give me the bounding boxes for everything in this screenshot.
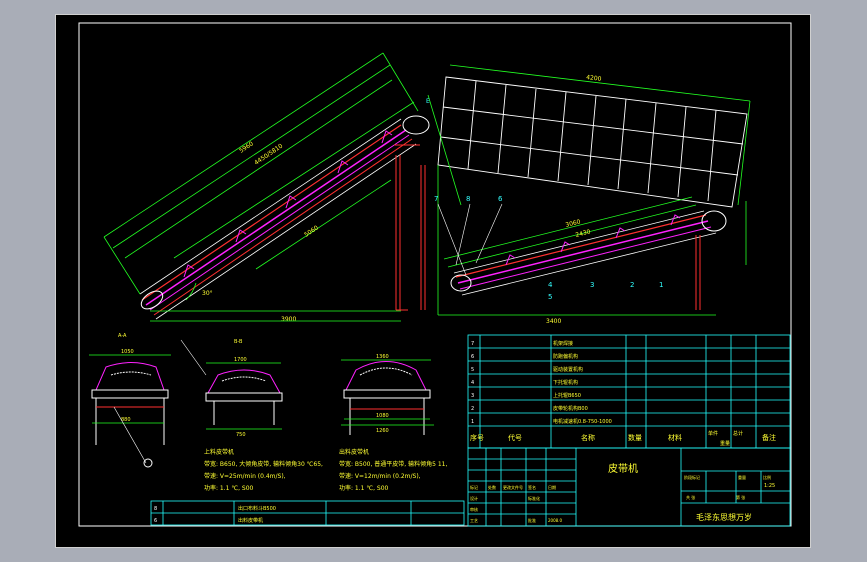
svg-text:机架焊接: 机架焊接 <box>553 340 573 347</box>
svg-text:6: 6 <box>471 354 474 360</box>
small-table <box>150 500 465 526</box>
svg-text:代号: 代号 <box>508 433 522 442</box>
svg-text:5960: 5960 <box>238 140 255 154</box>
svg-text:8: 8 <box>154 506 157 512</box>
svg-text:6: 6 <box>498 195 503 203</box>
svg-text:带宽: B500, 普通平皮带, 输料倾角5 11,: 带宽: B500, 普通平皮带, 输料倾角5 11, <box>339 460 447 468</box>
svg-text:3: 3 <box>590 281 594 289</box>
svg-text:数量: 数量 <box>628 433 642 442</box>
callout-group: 7 8 6 5 4 3 2 1 E <box>426 98 663 301</box>
svg-text:8: 8 <box>466 195 470 203</box>
left-conveyor: 5960 4450/5810 5060 3900 30° <box>103 52 430 323</box>
svg-text:共 张: 共 张 <box>686 494 695 500</box>
svg-text:带速: V=25m/min (0.4m/S),: 带速: V=25m/min (0.4m/S), <box>204 472 286 480</box>
svg-text:重量: 重量 <box>720 440 730 447</box>
cad-viewport: 5960 4450/5810 5060 3900 30° 4200 3060 2… <box>0 0 867 562</box>
svg-text:更改文件号: 更改文件号 <box>503 484 523 490</box>
svg-text:上料皮带机: 上料皮带机 <box>204 448 234 456</box>
svg-text:日期: 日期 <box>548 484 556 490</box>
svg-text:电机减速机0.8-750-1000: 电机减速机0.8-750-1000 <box>553 418 612 425</box>
svg-text:备注: 备注 <box>762 433 776 442</box>
svg-text:重量: 重量 <box>738 474 746 480</box>
svg-text:1: 1 <box>471 419 474 425</box>
svg-text:1:25: 1:25 <box>764 483 775 489</box>
svg-text:5: 5 <box>471 367 474 373</box>
svg-text:1: 1 <box>659 281 663 289</box>
svg-text:1360: 1360 <box>376 354 389 360</box>
svg-text:工艺: 工艺 <box>470 518 478 523</box>
svg-text:驱动装置机构: 驱动装置机构 <box>553 366 583 373</box>
notes-right: 出料皮带机 带宽: B500, 普通平皮带, 输料倾角5 11, 带速: V=1… <box>339 448 447 492</box>
svg-text:4: 4 <box>548 281 553 289</box>
svg-text:总计: 总计 <box>733 430 743 437</box>
svg-text:带速: V=12m/min (0.2m/S),: 带速: V=12m/min (0.2m/S), <box>339 472 421 480</box>
parts-rows: 7 机架焊接 6 防跑偏机构 5 驱动装置机构 4 下托辊机构 3 上托辊B65… <box>471 340 612 425</box>
svg-text:第 张: 第 张 <box>736 494 745 500</box>
grid-panel <box>437 76 748 208</box>
svg-text:出料皮带机: 出料皮带机 <box>238 517 263 524</box>
svg-text:1260: 1260 <box>376 428 389 434</box>
svg-text:功率: 1.1 ℃, S00: 功率: 1.1 ℃, S00 <box>339 484 389 492</box>
svg-text:标记: 标记 <box>470 484 478 490</box>
parts-header: 序号 代号 名称 数量 材料 单件 总计 重量 备注 <box>470 430 776 447</box>
svg-text:1700: 1700 <box>234 357 247 363</box>
section-2: B-B 1700 750 <box>180 339 283 438</box>
svg-text:30°: 30° <box>202 290 213 297</box>
svg-text:6: 6 <box>154 518 157 524</box>
svg-text:处数: 处数 <box>488 484 496 490</box>
svg-text:签名: 签名 <box>528 484 536 490</box>
svg-text:2008.0: 2008.0 <box>548 518 562 523</box>
svg-text:2430: 2430 <box>575 228 592 239</box>
svg-text:出料皮带机: 出料皮带机 <box>339 448 369 456</box>
svg-text:材料: 材料 <box>668 433 682 442</box>
svg-text:批准: 批准 <box>528 517 536 523</box>
svg-text:下托辊机构: 下托辊机构 <box>553 379 578 386</box>
svg-text:3900: 3900 <box>281 316 296 323</box>
svg-text:5060: 5060 <box>303 224 320 238</box>
svg-text:毛泽东思想万岁: 毛泽东思想万岁 <box>696 512 752 522</box>
svg-text:3060: 3060 <box>565 218 582 229</box>
svg-text:A-A: A-A <box>118 333 127 339</box>
svg-text:皮带机: 皮带机 <box>608 462 638 475</box>
svg-text:750: 750 <box>236 432 246 438</box>
svg-text:功率: 1.1 ℃, S00: 功率: 1.1 ℃, S00 <box>204 484 254 492</box>
right-conveyor: 3060 2430 3400 <box>420 165 747 325</box>
svg-text:3: 3 <box>471 393 474 399</box>
svg-text:名称: 名称 <box>581 433 595 442</box>
svg-text:7: 7 <box>471 341 474 347</box>
svg-text:序号: 序号 <box>470 433 484 442</box>
section-1: A-A 1050 880 <box>89 333 171 468</box>
svg-text:B-B: B-B <box>234 339 243 345</box>
support-columns <box>394 144 420 311</box>
section-3: 1360 1080 1260 <box>341 354 434 435</box>
panel-dims <box>427 64 751 206</box>
svg-text:出口布料斗B500: 出口布料斗B500 <box>238 505 276 512</box>
inner-border <box>78 22 792 527</box>
svg-text:比例: 比例 <box>763 474 771 480</box>
svg-text:单件: 单件 <box>708 430 718 437</box>
svg-text:5: 5 <box>548 293 552 301</box>
svg-text:2: 2 <box>630 281 634 289</box>
svg-text:标准化: 标准化 <box>528 495 540 501</box>
svg-text:1080: 1080 <box>376 413 389 419</box>
drawing-canvas: 5960 4450/5810 5060 3900 30° 4200 3060 2… <box>78 22 792 527</box>
svg-text:3400: 3400 <box>546 318 561 325</box>
svg-text:1050: 1050 <box>121 349 134 355</box>
svg-text:皮带轮机构B00: 皮带轮机构B00 <box>553 405 588 412</box>
svg-text:设计: 设计 <box>470 495 478 501</box>
svg-text:带宽: B650, 大倾角皮带, 输料倾角30 ℃65,: 带宽: B650, 大倾角皮带, 输料倾角30 ℃65, <box>204 460 323 468</box>
svg-text:7: 7 <box>434 195 438 203</box>
svg-text:2: 2 <box>471 406 474 412</box>
notes-left: 上料皮带机 带宽: B650, 大倾角皮带, 输料倾角30 ℃65, 带速: V… <box>204 448 323 492</box>
svg-text:防跑偏机构: 防跑偏机构 <box>553 353 578 360</box>
svg-text:4: 4 <box>471 380 474 386</box>
svg-text:E: E <box>426 98 430 105</box>
svg-text:阶段标记: 阶段标记 <box>684 474 700 480</box>
svg-text:上托辊B650: 上托辊B650 <box>553 392 581 399</box>
drawing-frame: 5960 4450/5810 5060 3900 30° 4200 3060 2… <box>55 14 811 548</box>
svg-text:审核: 审核 <box>470 506 478 512</box>
